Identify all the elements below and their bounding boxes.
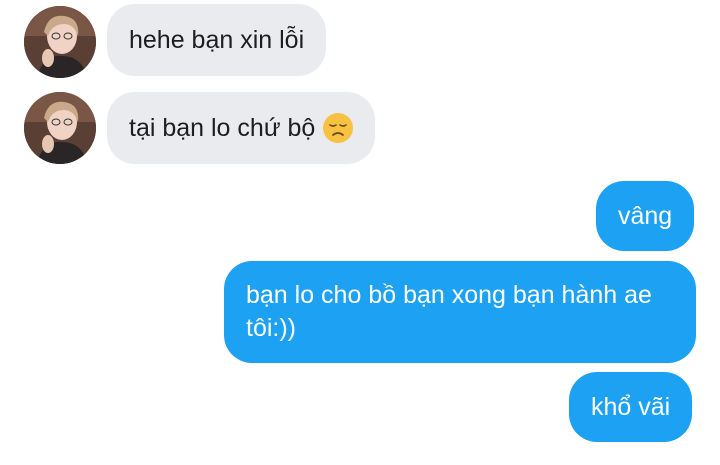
sender-avatar[interactable] [24, 6, 96, 78]
message-text: bạn lo cho bồ bạn xong bạn hành ae tôi:)… [246, 281, 652, 342]
message-text: khổ vãi [591, 392, 671, 421]
incoming-message-bubble[interactable]: tại bạn lo chứ bộ [107, 92, 376, 164]
outgoing-message-bubble[interactable]: bạn lo cho bồ bạn xong bạn hành ae tôi:)… [224, 261, 696, 363]
avatar-photo-icon [24, 92, 96, 164]
message-text: hehe bạn xin lỗi [129, 25, 305, 54]
sender-avatar[interactable] [24, 92, 96, 164]
outgoing-message-bubble[interactable]: vâng [596, 181, 695, 251]
outgoing-message-bubble[interactable]: khổ vãi [569, 372, 693, 442]
incoming-message-bubble[interactable]: hehe bạn xin lỗi [107, 4, 327, 76]
message-text: vâng [618, 201, 673, 230]
avatar-photo-icon [24, 6, 96, 78]
message-text: tại bạn lo chứ bộ [129, 113, 316, 142]
disappointed-face-icon [323, 113, 354, 143]
chat-screen: { "messages": [ {"side": "incoming", "te… [0, 0, 720, 465]
